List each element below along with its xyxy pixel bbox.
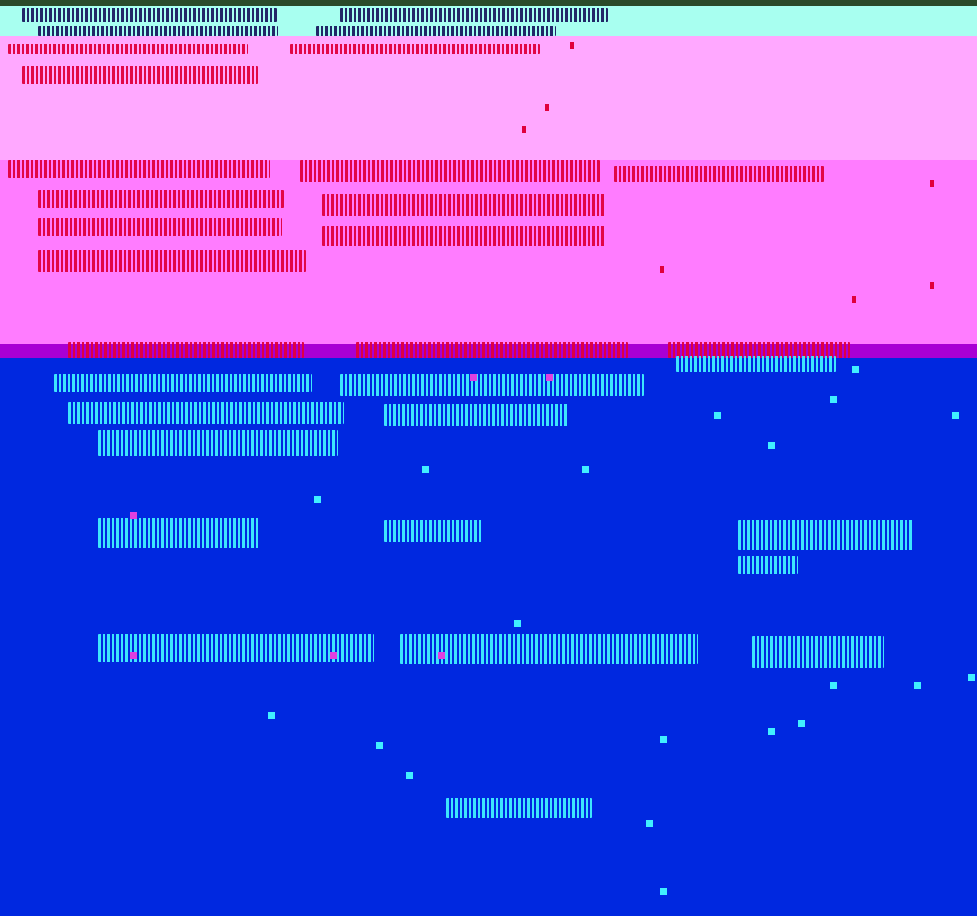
garbled-text-block	[22, 8, 277, 22]
garbled-text-block	[322, 194, 606, 216]
pixel-speck	[438, 652, 445, 659]
garbled-text-block	[38, 218, 282, 236]
pixel-speck	[422, 466, 429, 473]
pixel-speck	[546, 374, 553, 381]
pixel-speck	[406, 772, 413, 779]
pixel-speck	[930, 282, 934, 289]
garbled-text-block	[384, 520, 482, 542]
garbled-text-block	[38, 190, 284, 208]
pixel-speck	[130, 512, 137, 519]
garbled-text-block	[68, 402, 344, 424]
corrupted-screen	[0, 0, 977, 916]
garbled-text-block	[752, 636, 884, 668]
pixel-speck	[914, 682, 921, 689]
garbled-text-block	[446, 798, 592, 818]
pixel-speck	[130, 652, 137, 659]
pixel-speck	[268, 712, 275, 719]
garbled-text-block	[316, 26, 556, 36]
garbled-text-block	[738, 556, 798, 574]
pixel-speck	[522, 126, 526, 133]
pixel-speck	[470, 374, 477, 381]
garbled-text-block	[614, 166, 824, 182]
garbled-text-block	[400, 634, 698, 664]
pixel-speck	[768, 442, 775, 449]
pixel-speck	[852, 296, 856, 303]
garbled-text-block	[356, 342, 628, 358]
garbled-text-block	[38, 250, 306, 272]
pixel-speck	[952, 412, 959, 419]
garbled-text-block	[738, 520, 914, 550]
pixel-speck	[852, 366, 859, 373]
pixel-speck	[582, 466, 589, 473]
garbled-text-block	[676, 356, 836, 372]
garbled-text-block	[8, 44, 248, 54]
pixel-speck	[514, 620, 521, 627]
pink-band	[0, 36, 977, 160]
pixel-speck	[314, 496, 321, 503]
pixel-speck	[660, 736, 667, 743]
garbled-text-block	[300, 160, 600, 182]
garbled-text-block	[98, 430, 338, 456]
pixel-speck	[570, 42, 574, 49]
pixel-speck	[545, 104, 549, 111]
pixel-speck	[376, 742, 383, 749]
pixel-speck	[768, 728, 775, 735]
pixel-speck	[646, 820, 653, 827]
pixel-speck	[830, 396, 837, 403]
garbled-text-block	[290, 44, 540, 54]
garbled-text-block	[340, 8, 608, 22]
garbled-text-block	[340, 374, 644, 396]
pixel-speck	[930, 180, 934, 187]
garbled-text-block	[322, 226, 606, 246]
garbled-text-block	[384, 404, 568, 426]
garbled-text-block	[8, 160, 270, 178]
pixel-speck	[660, 888, 667, 895]
garbled-text-block	[68, 342, 304, 358]
garbled-text-block	[98, 518, 260, 548]
garbled-text-block	[38, 26, 278, 36]
pixel-speck	[798, 720, 805, 727]
garbled-text-block	[54, 374, 312, 392]
pixel-speck	[714, 412, 721, 419]
garbled-text-block	[22, 66, 258, 84]
pixel-speck	[330, 652, 337, 659]
pixel-speck	[660, 266, 664, 273]
pixel-speck	[830, 682, 837, 689]
pixel-speck	[968, 674, 975, 681]
